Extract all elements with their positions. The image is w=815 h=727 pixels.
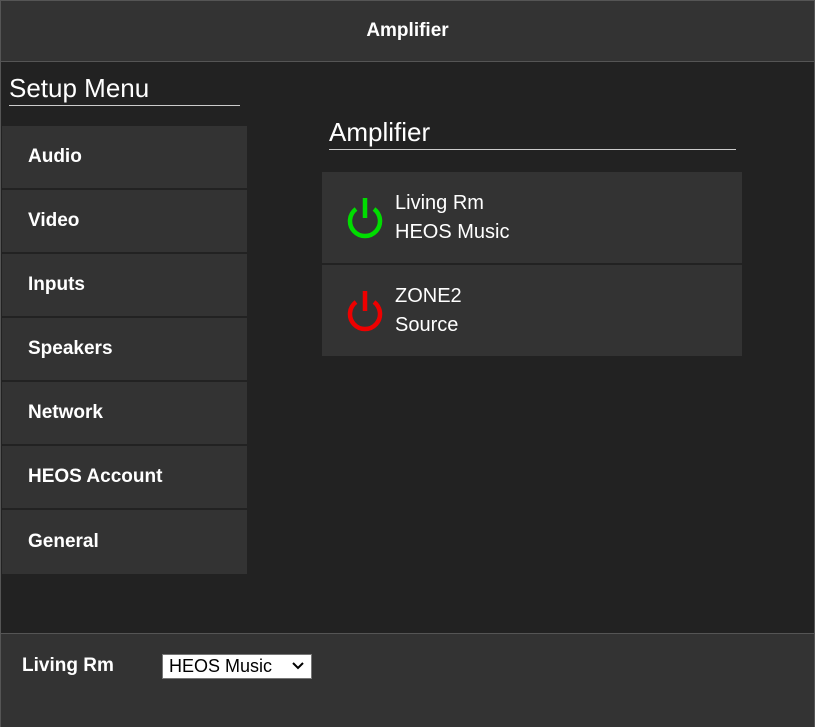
app-title: Amplifier — [366, 20, 449, 41]
zone-info: ZONE2 Source — [395, 282, 462, 340]
menu-item-network[interactable]: Network — [2, 382, 247, 446]
zone-name: Living Rm — [395, 191, 484, 214]
menu-item-video[interactable]: Video — [2, 190, 247, 254]
menu-item-label: Video — [28, 210, 80, 231]
menu-item-label: HEOS Account — [28, 466, 163, 487]
menu-item-heos-account[interactable]: HEOS Account — [2, 446, 247, 510]
bottom-bar: Living Rm HEOS Music — [1, 633, 814, 727]
menu-item-label: Speakers — [28, 338, 113, 359]
setup-menu: Audio Video Inputs Speakers Network HEOS… — [2, 126, 247, 574]
zone-row-zone2[interactable]: ZONE2 Source — [322, 263, 742, 356]
menu-item-label: Inputs — [28, 274, 85, 295]
power-icon[interactable] — [344, 288, 386, 334]
menu-item-general[interactable]: General — [2, 510, 247, 574]
content-heading: Amplifier — [329, 116, 736, 150]
menu-item-inputs[interactable]: Inputs — [2, 254, 247, 318]
menu-item-label: General — [28, 531, 99, 552]
menu-item-label: Audio — [28, 146, 82, 167]
menu-item-speakers[interactable]: Speakers — [2, 318, 247, 382]
power-icon[interactable] — [344, 195, 386, 241]
menu-item-label: Network — [28, 402, 103, 423]
zone-info: Living Rm HEOS Music — [395, 189, 509, 247]
zone-source: Source — [395, 313, 459, 336]
title-bar: Amplifier — [1, 1, 814, 62]
chevron-down-icon — [292, 662, 304, 670]
menu-item-audio[interactable]: Audio — [2, 126, 247, 190]
setup-menu-heading: Setup Menu — [9, 72, 240, 106]
zone-name: ZONE2 — [395, 284, 462, 307]
zone-source: HEOS Music — [395, 220, 510, 243]
zone-row-main[interactable]: Living Rm HEOS Music — [322, 172, 742, 263]
source-select[interactable]: HEOS Music — [162, 654, 312, 679]
current-zone-label: Living Rm — [22, 655, 114, 676]
zone-list: Living Rm HEOS Music ZONE2 Source — [322, 172, 742, 356]
source-select-value: HEOS Music — [169, 656, 273, 676]
